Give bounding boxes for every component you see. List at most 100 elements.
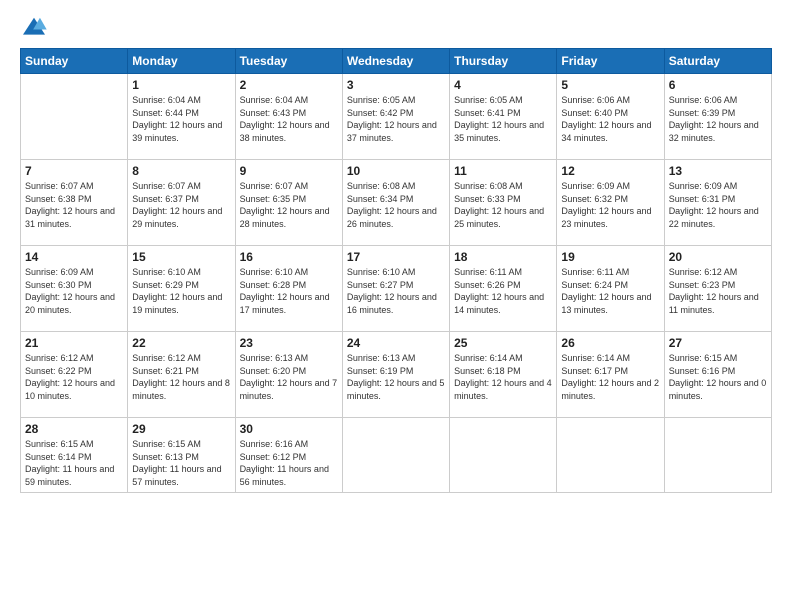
day-info: Sunrise: 6:08 AM Sunset: 6:34 PM Dayligh… — [347, 180, 445, 230]
day-number: 3 — [347, 78, 445, 92]
day-number: 26 — [561, 336, 659, 350]
calendar-body: 1 Sunrise: 6:04 AM Sunset: 6:44 PM Daylig… — [21, 74, 772, 493]
day-number: 8 — [132, 164, 230, 178]
calendar-cell: 8 Sunrise: 6:07 AM Sunset: 6:37 PM Daylig… — [128, 160, 235, 246]
weekday-header-sunday: Sunday — [21, 49, 128, 74]
calendar-cell: 29 Sunrise: 6:15 AM Sunset: 6:13 PM Dayli… — [128, 418, 235, 493]
header — [20, 16, 772, 38]
day-number: 9 — [240, 164, 338, 178]
day-info: Sunrise: 6:10 AM Sunset: 6:28 PM Dayligh… — [240, 266, 338, 316]
weekday-header-thursday: Thursday — [450, 49, 557, 74]
calendar-cell: 19Sunrise: 6:11 AM Sunset: 6:24 PM Dayli… — [557, 246, 664, 332]
calendar-cell: 6Sunrise: 6:06 AM Sunset: 6:39 PM Daylig… — [664, 74, 771, 160]
day-number: 22 — [132, 336, 230, 350]
calendar-cell: 2Sunrise: 6:04 AM Sunset: 6:43 PM Daylig… — [235, 74, 342, 160]
day-info: Sunrise: 6:11 AM Sunset: 6:26 PM Dayligh… — [454, 266, 552, 316]
calendar-cell — [21, 74, 128, 160]
day-info: Sunrise: 6:07 AM Sunset: 6:38 PM Dayligh… — [25, 180, 123, 230]
day-info: Sunrise: 6:10 AM Sunset: 6:29 PM Dayligh… — [132, 266, 230, 316]
logo — [20, 16, 52, 38]
weekday-header-wednesday: Wednesday — [342, 49, 449, 74]
day-number: 2 — [240, 78, 338, 92]
day-info: Sunrise: 6:12 AM Sunset: 6:22 PM Dayligh… — [25, 352, 123, 402]
calendar-cell: 18 Sunrise: 6:11 AM Sunset: 6:26 PM Dayli… — [450, 246, 557, 332]
day-number: 25 — [454, 336, 552, 350]
day-number: 18 — [454, 250, 552, 264]
day-number: 7 — [25, 164, 123, 178]
calendar-cell: 30 Sunrise: 6:16 AM Sunset: 6:12 PM Dayli… — [235, 418, 342, 493]
day-info: Sunrise: 6:15 AM Sunset: 6:14 PM Dayligh… — [25, 438, 123, 488]
day-info: Sunrise: 6:07 AM Sunset: 6:37 PM Dayligh… — [132, 180, 230, 230]
calendar-table: SundayMondayTuesdayWednesdayThursdayFrid… — [20, 48, 772, 493]
day-info: Sunrise: 6:09 AM Sunset: 6:30 PM Dayligh… — [25, 266, 123, 316]
day-info: Sunrise: 6:09 AM Sunset: 6:31 PM Dayligh… — [669, 180, 767, 230]
day-number: 10 — [347, 164, 445, 178]
day-number: 16 — [240, 250, 338, 264]
day-number: 13 — [669, 164, 767, 178]
day-info: Sunrise: 6:12 AM Sunset: 6:21 PM Dayligh… — [132, 352, 230, 402]
calendar-week-1: 1 Sunrise: 6:04 AM Sunset: 6:44 PM Daylig… — [21, 74, 772, 160]
calendar-cell: 14 Sunrise: 6:09 AM Sunset: 6:30 PM Dayli… — [21, 246, 128, 332]
day-number: 1 — [132, 78, 230, 92]
weekday-header-tuesday: Tuesday — [235, 49, 342, 74]
weekday-header-friday: Friday — [557, 49, 664, 74]
day-info: Sunrise: 6:15 AM Sunset: 6:16 PM Dayligh… — [669, 352, 767, 402]
day-info: Sunrise: 6:13 AM Sunset: 6:20 PM Dayligh… — [240, 352, 338, 402]
weekday-row: SundayMondayTuesdayWednesdayThursdayFrid… — [21, 49, 772, 74]
calendar-cell — [664, 418, 771, 493]
calendar-cell: 23 Sunrise: 6:13 AM Sunset: 6:20 PM Dayli… — [235, 332, 342, 418]
day-info: Sunrise: 6:09 AM Sunset: 6:32 PM Dayligh… — [561, 180, 659, 230]
day-number: 30 — [240, 422, 338, 436]
day-info: Sunrise: 6:10 AM Sunset: 6:27 PM Dayligh… — [347, 266, 445, 316]
calendar-cell: 16 Sunrise: 6:10 AM Sunset: 6:28 PM Dayli… — [235, 246, 342, 332]
calendar-header: SundayMondayTuesdayWednesdayThursdayFrid… — [21, 49, 772, 74]
day-number: 28 — [25, 422, 123, 436]
calendar-week-5: 28 Sunrise: 6:15 AM Sunset: 6:14 PM Dayli… — [21, 418, 772, 493]
day-info: Sunrise: 6:08 AM Sunset: 6:33 PM Dayligh… — [454, 180, 552, 230]
day-number: 24 — [347, 336, 445, 350]
day-number: 12 — [561, 164, 659, 178]
day-number: 5 — [561, 78, 659, 92]
calendar-cell: 3 Sunrise: 6:05 AM Sunset: 6:42 PM Daylig… — [342, 74, 449, 160]
calendar-cell: 11 Sunrise: 6:08 AM Sunset: 6:33 PM Dayli… — [450, 160, 557, 246]
calendar-cell: 22 Sunrise: 6:12 AM Sunset: 6:21 PM Dayli… — [128, 332, 235, 418]
day-info: Sunrise: 6:05 AM Sunset: 6:41 PM Dayligh… — [454, 94, 552, 144]
day-number: 15 — [132, 250, 230, 264]
calendar-cell — [342, 418, 449, 493]
calendar-cell: 13 Sunrise: 6:09 AM Sunset: 6:31 PM Dayli… — [664, 160, 771, 246]
day-info: Sunrise: 6:05 AM Sunset: 6:42 PM Dayligh… — [347, 94, 445, 144]
day-number: 17 — [347, 250, 445, 264]
calendar-cell — [450, 418, 557, 493]
day-info: Sunrise: 6:14 AM Sunset: 6:18 PM Dayligh… — [454, 352, 552, 402]
calendar-week-4: 21 Sunrise: 6:12 AM Sunset: 6:22 PM Dayli… — [21, 332, 772, 418]
calendar-cell: 21 Sunrise: 6:12 AM Sunset: 6:22 PM Dayli… — [21, 332, 128, 418]
calendar-cell: 10 Sunrise: 6:08 AM Sunset: 6:34 PM Dayli… — [342, 160, 449, 246]
weekday-header-monday: Monday — [128, 49, 235, 74]
day-info: Sunrise: 6:14 AM Sunset: 6:17 PM Dayligh… — [561, 352, 659, 402]
day-info: Sunrise: 6:15 AM Sunset: 6:13 PM Dayligh… — [132, 438, 230, 488]
day-info: Sunrise: 6:07 AM Sunset: 6:35 PM Dayligh… — [240, 180, 338, 230]
day-number: 11 — [454, 164, 552, 178]
day-number: 23 — [240, 336, 338, 350]
calendar-cell: 27 Sunrise: 6:15 AM Sunset: 6:16 PM Dayli… — [664, 332, 771, 418]
calendar-cell: 12 Sunrise: 6:09 AM Sunset: 6:32 PM Dayli… — [557, 160, 664, 246]
day-number: 29 — [132, 422, 230, 436]
day-number: 21 — [25, 336, 123, 350]
calendar-week-3: 14 Sunrise: 6:09 AM Sunset: 6:30 PM Dayli… — [21, 246, 772, 332]
day-info: Sunrise: 6:13 AM Sunset: 6:19 PM Dayligh… — [347, 352, 445, 402]
calendar-cell: 17 Sunrise: 6:10 AM Sunset: 6:27 PM Dayli… — [342, 246, 449, 332]
calendar-week-2: 7 Sunrise: 6:07 AM Sunset: 6:38 PM Daylig… — [21, 160, 772, 246]
calendar-cell — [557, 418, 664, 493]
calendar-cell: 26 Sunrise: 6:14 AM Sunset: 6:17 PM Dayli… — [557, 332, 664, 418]
calendar-cell: 4Sunrise: 6:05 AM Sunset: 6:41 PM Daylig… — [450, 74, 557, 160]
day-number: 14 — [25, 250, 123, 264]
day-number: 19 — [561, 250, 659, 264]
day-info: Sunrise: 6:16 AM Sunset: 6:12 PM Dayligh… — [240, 438, 338, 488]
calendar-cell: 25 Sunrise: 6:14 AM Sunset: 6:18 PM Dayli… — [450, 332, 557, 418]
page: SundayMondayTuesdayWednesdayThursdayFrid… — [0, 0, 792, 612]
calendar-cell: 28 Sunrise: 6:15 AM Sunset: 6:14 PM Dayli… — [21, 418, 128, 493]
day-info: Sunrise: 6:06 AM Sunset: 6:40 PM Dayligh… — [561, 94, 659, 144]
day-number: 27 — [669, 336, 767, 350]
day-info: Sunrise: 6:04 AM Sunset: 6:44 PM Dayligh… — [132, 94, 230, 144]
day-number: 20 — [669, 250, 767, 264]
